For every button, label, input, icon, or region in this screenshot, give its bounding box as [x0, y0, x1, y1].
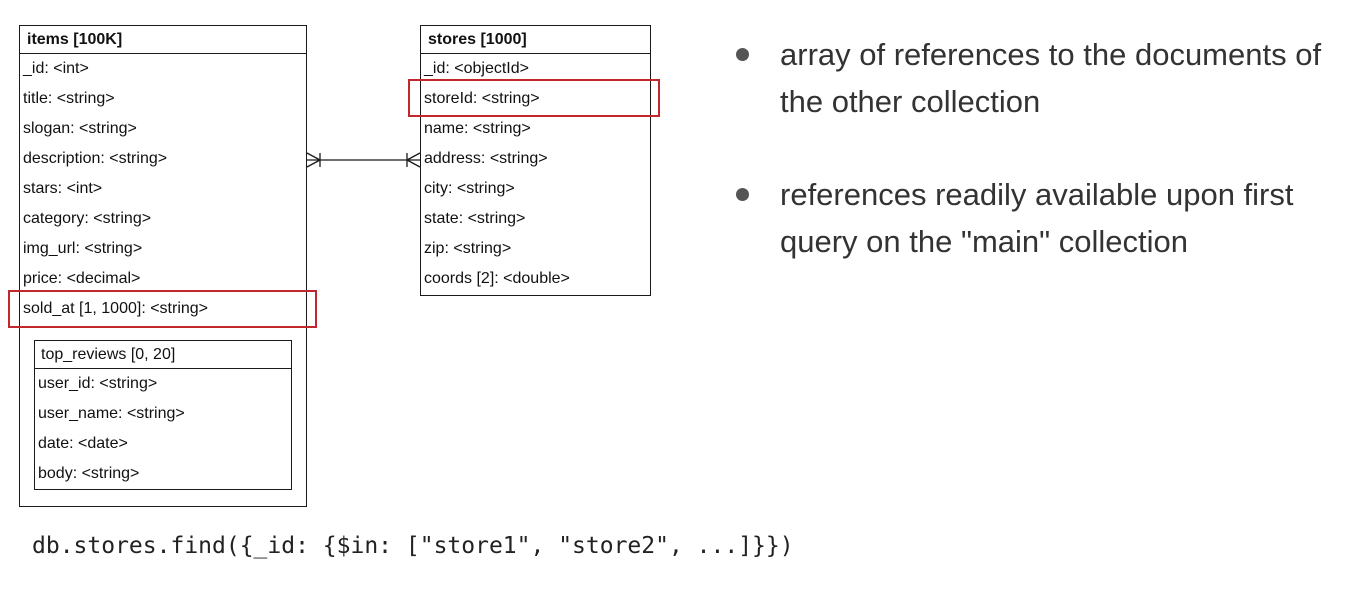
items-table: items [100K] _id: <int> title: <string> … — [19, 25, 307, 507]
items-field-id: _id: <int> — [23, 60, 89, 77]
top-reviews-title: top_reviews [0, 20] — [35, 341, 291, 369]
bullet-text: references readily available upon first … — [780, 177, 1294, 259]
stores-field-coords: coords [2]: <double> — [424, 270, 570, 287]
left-crow-foot-upper — [306, 152, 321, 161]
stores-field-name: name: <string> — [424, 120, 531, 137]
reviews-field-body: body: <string> — [38, 465, 140, 482]
right-crow-foot-upper — [406, 152, 421, 161]
left-crow-foot-lower — [306, 159, 321, 168]
stores-field-city: city: <string> — [424, 180, 515, 197]
reviews-field-date: date: <date> — [38, 435, 128, 452]
bullet-list: array of references to the documents of … — [730, 31, 1330, 311]
bullet-text: array of references to the documents of … — [780, 37, 1322, 119]
items-field-img-url: img_url: <string> — [23, 240, 143, 257]
stores-field-state: state: <string> — [424, 210, 526, 227]
bullet-item: array of references to the documents of … — [730, 31, 1330, 125]
items-field-title: title: <string> — [23, 90, 115, 107]
items-field-description: description: <string> — [23, 150, 168, 167]
sold-at-highlight-box — [8, 290, 317, 328]
many-to-many-connector — [306, 152, 421, 168]
stores-field-zip: zip: <string> — [424, 240, 512, 257]
store-id-highlight-box — [408, 79, 660, 117]
bullet-dot-icon — [736, 48, 749, 61]
reviews-field-user-name: user_name: <string> — [38, 405, 185, 422]
stores-table: stores [1000] _id: <objectId> storeId: <… — [420, 25, 651, 296]
stores-field-address: address: <string> — [424, 150, 548, 167]
bullet-item: references readily available upon first … — [730, 171, 1330, 265]
reviews-field-user-id: user_id: <string> — [38, 375, 158, 392]
top-reviews-subtable: top_reviews [0, 20] user_id: <string> us… — [34, 340, 292, 490]
stores-table-title: stores [1000] — [421, 26, 650, 54]
items-field-slogan: slogan: <string> — [23, 120, 137, 137]
bullet-dot-icon — [736, 188, 749, 201]
items-field-category: category: <string> — [23, 210, 152, 227]
query-code: db.stores.find({_id: {$in: ["store1", "s… — [32, 533, 794, 559]
right-crow-foot-lower — [406, 159, 421, 168]
items-field-stars: stars: <int> — [23, 180, 103, 197]
items-table-title: items [100K] — [20, 26, 306, 54]
